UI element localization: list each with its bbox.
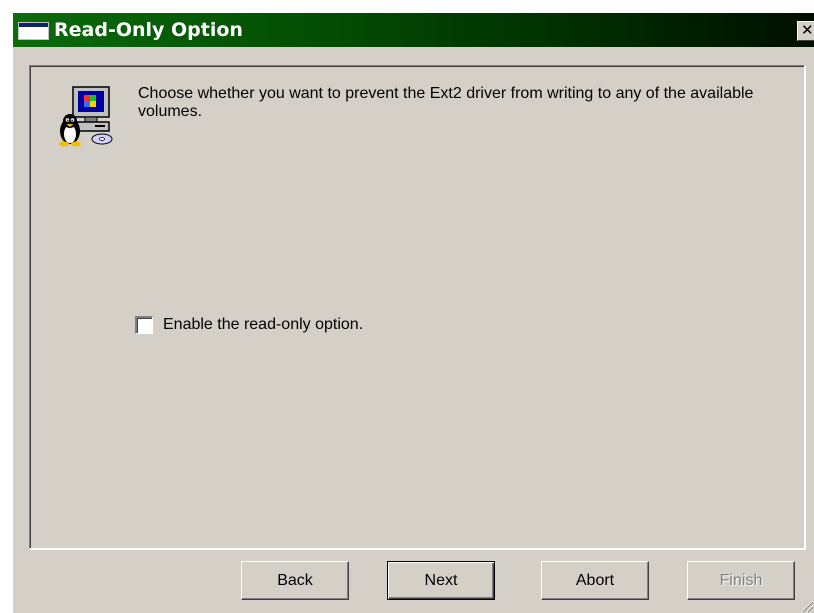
resize-grip-icon[interactable] [800,599,814,613]
close-icon: ✕ [801,21,814,39]
window-icon [18,22,49,40]
title-bar[interactable]: Read-Only Option ✕ [13,13,814,47]
computer-penguin-icon [59,86,113,147]
close-button[interactable]: ✕ [797,21,814,41]
next-button[interactable]: Next [387,561,495,600]
content-panel: Choose whether you want to prevent the E… [29,65,805,549]
abort-button[interactable]: Abort [541,561,649,600]
read-only-option-dialog: Read-Only Option ✕ Choose whether you wa… [12,12,814,613]
readonly-checkbox[interactable] [135,316,153,334]
back-button[interactable]: Back [241,561,349,600]
readonly-option-row[interactable]: Enable the read-only option. [135,314,363,336]
window-title: Read-Only Option [54,19,243,41]
readonly-checkbox-label[interactable]: Enable the read-only option. [163,316,363,334]
finish-button: Finish [687,561,795,600]
description-text: Choose whether you want to prevent the E… [138,85,754,120]
